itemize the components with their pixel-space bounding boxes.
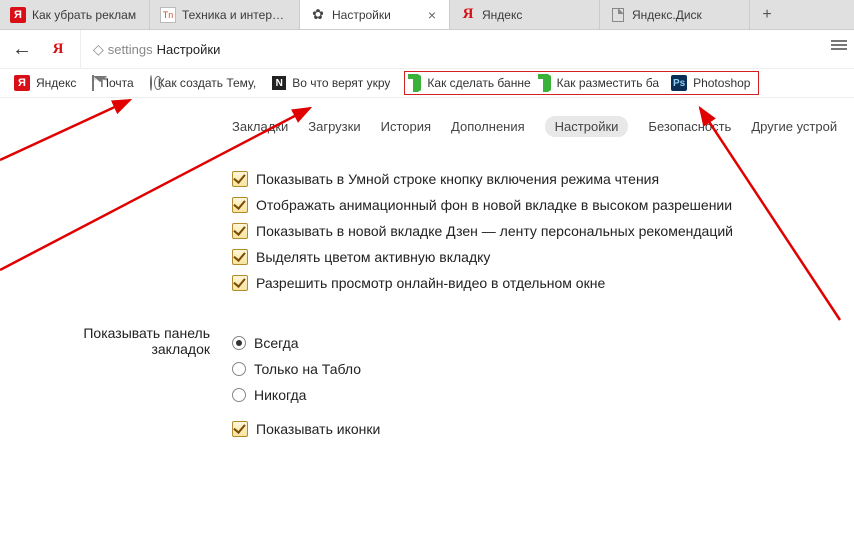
tab-2[interactable]: ✿ Настройки × bbox=[300, 0, 450, 29]
gear-icon: ✿ bbox=[310, 7, 326, 23]
tab-label: Техника и интернет bbox=[182, 8, 289, 22]
radio-option[interactable]: Только на Табло bbox=[232, 361, 380, 377]
bookmark-label: Во что верят укру bbox=[292, 76, 390, 90]
checkbox-icon[interactable] bbox=[232, 171, 248, 187]
radio-icon[interactable] bbox=[232, 362, 246, 376]
bookmark-label: Как сделать банне bbox=[427, 76, 530, 90]
checkbox-label: Выделять цветом активную вкладку bbox=[256, 249, 490, 265]
checkbox-label: Разрешить просмотр онлайн-видео в отдель… bbox=[256, 275, 605, 291]
arrow-right-icon bbox=[543, 76, 551, 90]
setting-checkbox-row[interactable]: Отображать анимационный фон в новой вкла… bbox=[232, 197, 854, 213]
settings-subnav: Закладки Загрузки История Дополнения Нас… bbox=[232, 98, 854, 145]
bookmark-label: Как разместить ба bbox=[557, 76, 659, 90]
bookmark-highlight-box: Как сделать банне Как разместить ба Ps P… bbox=[404, 71, 759, 95]
checkbox-icon[interactable] bbox=[232, 197, 248, 213]
bookmark-item[interactable]: Как разместить ба bbox=[537, 74, 665, 92]
checkbox-label: Показывать в Умной строке кнопку включен… bbox=[256, 171, 659, 187]
bookmark-label: Яндекс bbox=[36, 76, 76, 90]
tab-label: Яндекс bbox=[482, 8, 589, 22]
bookmarks-bar: Я Яндекс Почта Как создать Тему, N Во чт… bbox=[0, 68, 854, 98]
chip-icon: ◇ bbox=[93, 41, 104, 58]
bookmark-item[interactable]: Ps Photoshop bbox=[665, 73, 756, 93]
setting-checkbox-row[interactable]: Показывать иконки bbox=[232, 421, 380, 437]
setting-checkbox-row[interactable]: Показывать в новой вкладке Дзен — ленту … bbox=[232, 223, 854, 239]
photoshop-icon: Ps bbox=[671, 75, 687, 91]
tab-3[interactable]: Я Яндекс bbox=[450, 0, 600, 29]
yandex-icon: Я bbox=[460, 7, 476, 23]
file-icon bbox=[610, 7, 626, 23]
subnav-item[interactable]: Загрузки bbox=[308, 119, 360, 134]
checkbox-icon[interactable] bbox=[232, 421, 248, 437]
setting-checkbox-row[interactable]: Выделять цветом активную вкладку bbox=[232, 249, 854, 265]
radio-icon[interactable] bbox=[232, 388, 246, 402]
tab-1[interactable]: Tn Техника и интернет bbox=[150, 0, 300, 29]
checkbox-label: Показывать иконки bbox=[256, 421, 380, 437]
radio-icon[interactable] bbox=[232, 336, 246, 350]
mail-icon bbox=[92, 76, 94, 90]
subnav-item-active[interactable]: Настройки bbox=[545, 116, 629, 137]
tab-label: Яндекс.Диск bbox=[632, 8, 739, 22]
address-key: settings bbox=[108, 42, 153, 57]
setting-checkbox-row[interactable]: Разрешить просмотр онлайн-видео в отдель… bbox=[232, 275, 854, 291]
bookmark-item[interactable]: Как создать Тему, bbox=[144, 74, 263, 92]
subnav-item[interactable]: Другие устрой bbox=[751, 119, 837, 134]
radio-label: Всегда bbox=[254, 335, 299, 351]
hamburger-icon[interactable] bbox=[830, 36, 848, 54]
checkbox-icon[interactable] bbox=[232, 275, 248, 291]
globe-icon bbox=[150, 76, 152, 90]
settings-content: Показывать в Умной строке кнопку включен… bbox=[0, 145, 854, 447]
radio-option[interactable]: Всегда bbox=[232, 335, 380, 351]
bookmark-label: Как создать Тему, bbox=[158, 76, 257, 90]
yandex-logo-icon[interactable]: Я bbox=[44, 41, 72, 58]
yandex-icon: Я bbox=[14, 75, 30, 91]
checkbox-icon[interactable] bbox=[232, 249, 248, 265]
radio-group: Всегда Только на Табло Никогда Показыват… bbox=[232, 325, 380, 447]
checkbox-label: Показывать в новой вкладке Дзен — ленту … bbox=[256, 223, 733, 239]
bookmark-item[interactable]: N Во что верят укру bbox=[266, 74, 396, 92]
bookmark-item[interactable]: Почта bbox=[86, 74, 139, 92]
bookmark-label: Photoshop bbox=[693, 76, 750, 90]
subnav-item[interactable]: Закладки bbox=[232, 119, 288, 134]
close-icon[interactable]: × bbox=[425, 7, 439, 23]
tab-strip: Я Как убрать реклам Tn Техника и интерне… bbox=[0, 0, 854, 30]
checkbox-icon[interactable] bbox=[232, 223, 248, 239]
tab-0[interactable]: Я Как убрать реклам bbox=[0, 0, 150, 29]
arrow-right-icon bbox=[413, 76, 421, 90]
site-icon: Tn bbox=[160, 7, 176, 23]
bookmark-item[interactable]: Как сделать банне bbox=[407, 74, 536, 92]
checkbox-label: Отображать анимационный фон в новой вкла… bbox=[256, 197, 732, 213]
address-bar[interactable]: ◇ settings Настройки bbox=[80, 30, 846, 68]
subnav-item[interactable]: Дополнения bbox=[451, 119, 525, 134]
yandex-icon: Я bbox=[10, 7, 26, 23]
tab-label: Как убрать реклам bbox=[32, 8, 139, 22]
back-button[interactable]: ← bbox=[8, 38, 36, 61]
setting-checkbox-row[interactable]: Показывать в Умной строке кнопку включен… bbox=[232, 171, 854, 187]
tab-label: Настройки bbox=[332, 8, 419, 22]
radio-option[interactable]: Никогда bbox=[232, 387, 380, 403]
subnav-item[interactable]: История bbox=[381, 119, 431, 134]
subnav-item[interactable]: Безопасность bbox=[648, 119, 731, 134]
toolbar: ← Я ◇ settings Настройки bbox=[0, 30, 854, 68]
address-title: Настройки bbox=[157, 42, 221, 57]
radio-label: Только на Табло bbox=[254, 361, 361, 377]
radio-label: Никогда bbox=[254, 387, 306, 403]
new-tab-button[interactable]: + bbox=[750, 0, 784, 29]
section-label: Показывать панель закладок bbox=[22, 325, 232, 447]
n-icon: N bbox=[272, 76, 286, 90]
bookmark-item[interactable]: Я Яндекс bbox=[8, 73, 82, 93]
tab-4[interactable]: Яндекс.Диск bbox=[600, 0, 750, 29]
